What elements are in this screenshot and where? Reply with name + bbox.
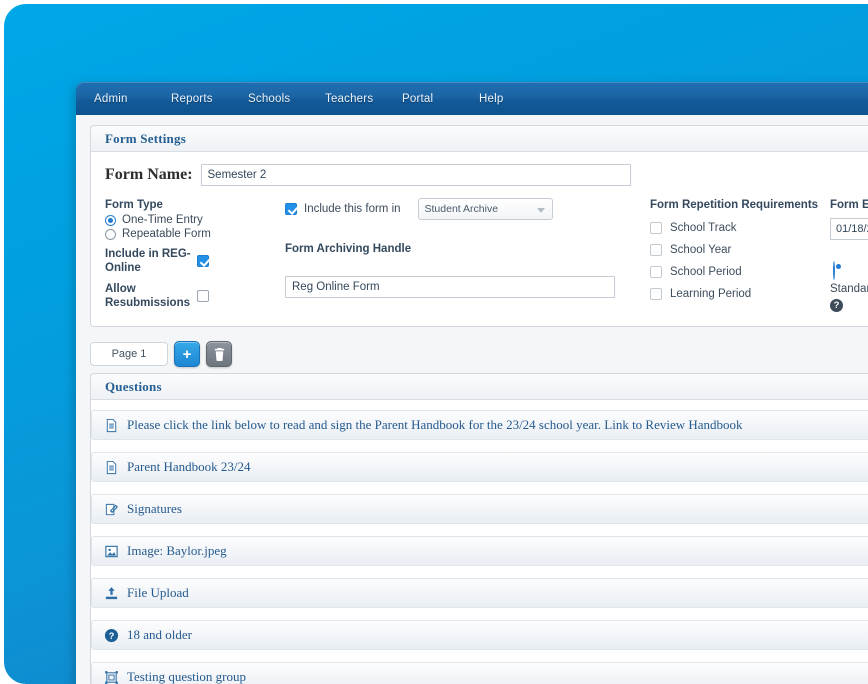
form-type-label: Form Type	[105, 199, 163, 211]
page-tab-strip: Page 1 +	[90, 341, 868, 367]
repetition-school-track-label: School Track	[670, 222, 737, 234]
form-name-input[interactable]: Semester 2	[200, 164, 631, 186]
page-tab-1[interactable]: Page 1	[90, 342, 168, 366]
repetition-school-year-checkbox[interactable]	[650, 244, 662, 256]
form-name-row: Form Name: Semester 2	[105, 164, 868, 186]
question-row-18-and-older[interactable]: ? 18 and older	[91, 620, 868, 650]
standard-label: Standard	[830, 283, 868, 295]
question-label: 18 and older	[127, 627, 192, 642]
repetition-learning-period-label: Learning Period	[670, 288, 752, 300]
repetition-learning-period-checkbox[interactable]	[650, 288, 662, 300]
radio-icon-standard	[833, 261, 835, 280]
form-settings-title: Form Settings	[105, 130, 186, 146]
repetition-school-period-checkbox[interactable]	[650, 266, 662, 278]
form-settings-body: Form Name: Semester 2 Form Type One-Time…	[91, 152, 868, 326]
repetition-school-year-label: School Year	[670, 244, 732, 256]
page-backdrop: Admin Reports Schools Teachers Portal He…	[4, 4, 868, 684]
archiving-handle-label: Form Archiving Handle	[285, 243, 412, 255]
allow-resubmissions-label: Allow Resubmissions	[105, 283, 190, 309]
form-name-label: Form Name:	[105, 166, 193, 183]
add-page-button[interactable]: +	[174, 341, 200, 367]
radio-label-one-time-entry: One-Time Entry	[122, 214, 203, 226]
question-row-testing-group[interactable]: Testing question group	[91, 662, 868, 684]
repetition-column: Form Repetition Requirements School Trac…	[650, 198, 830, 300]
nav-item-schools[interactable]: Schools	[248, 93, 325, 105]
questions-panel: Questions Please click the link below to…	[90, 373, 868, 684]
repetition-school-track-checkbox[interactable]	[650, 222, 662, 234]
questions-title: Questions	[105, 378, 162, 394]
include-this-form-checkbox[interactable]	[285, 203, 297, 215]
nav-item-admin[interactable]: Admin	[94, 93, 171, 105]
question-row-parent-handbook[interactable]: Parent Handbook 23/24	[91, 452, 868, 482]
expiration-label: Form Exp	[830, 199, 868, 211]
question-icon: ?	[104, 628, 119, 642]
include-reg-online-label: Include in REG-Online	[105, 248, 191, 274]
repetition-school-year[interactable]: School Year	[650, 244, 830, 256]
app-window: Admin Reports Schools Teachers Portal He…	[76, 82, 868, 684]
content-canvas: Form Settings Form Name: Semester 2 Form…	[76, 115, 868, 684]
help-icon[interactable]: ?	[830, 299, 843, 312]
document-icon	[106, 418, 117, 432]
radio-icon-repeatable-form	[105, 228, 116, 240]
repetition-title: Form Repetition Requirements	[650, 199, 819, 211]
include-this-form-row: Include this form in Student Archive	[285, 198, 650, 220]
expiration-date-input[interactable]: 01/18/2	[830, 218, 868, 240]
top-navigation-bar: Admin Reports Schools Teachers Portal He…	[76, 82, 868, 115]
question-label: Parent Handbook 23/24	[127, 459, 251, 474]
trash-icon	[214, 347, 224, 361]
radio-icon-one-time-entry	[105, 214, 116, 226]
repetition-school-period-label: School Period	[670, 266, 742, 278]
question-label: Please click the link below to read and …	[127, 417, 743, 432]
include-this-form-label: Include this form in	[304, 203, 401, 215]
delete-page-button[interactable]	[206, 341, 232, 367]
nav-item-portal[interactable]: Portal	[402, 93, 479, 105]
expiration-column: Form Exp 01/18/2 Standard ?	[830, 198, 868, 312]
document-icon	[106, 460, 117, 474]
image-icon	[105, 545, 118, 557]
question-row-signatures[interactable]: Signatures	[91, 494, 868, 524]
radio-one-time-entry[interactable]: One-Time Entry	[105, 214, 285, 226]
nav-item-help[interactable]: Help	[479, 93, 556, 105]
group-icon	[105, 670, 118, 684]
questions-list: Please click the link below to read and …	[91, 400, 868, 684]
question-row-handbook-link[interactable]: Please click the link below to read and …	[91, 410, 868, 440]
archive-select[interactable]: Student Archive	[417, 198, 553, 220]
question-label: Signatures	[127, 501, 182, 516]
settings-columns: Form Type One-Time Entry Repeatable Form	[105, 198, 868, 312]
svg-text:?: ?	[109, 631, 115, 641]
radio-label-repeatable-form: Repeatable Form	[122, 228, 211, 240]
questions-header: Questions	[91, 374, 868, 400]
nav-item-teachers[interactable]: Teachers	[325, 93, 402, 105]
form-type-column: Form Type One-Time Entry Repeatable Form	[105, 198, 285, 310]
archiving-handle-input[interactable]: Reg Online Form	[285, 276, 615, 298]
include-reg-online-checkbox[interactable]	[197, 255, 209, 267]
form-settings-panel: Form Settings Form Name: Semester 2 Form…	[90, 125, 868, 327]
form-settings-header: Form Settings	[91, 126, 868, 152]
include-reg-online-row[interactable]: Include in REG-Online	[105, 247, 285, 275]
upload-icon	[105, 586, 118, 599]
archive-select-value: Student Archive	[424, 203, 499, 215]
chevron-down-icon	[536, 208, 545, 213]
nav-item-reports[interactable]: Reports	[171, 93, 248, 105]
radio-repeatable-form[interactable]: Repeatable Form	[105, 228, 285, 240]
standard-option[interactable]: Standard ?	[830, 261, 868, 312]
archiving-column: Include this form in Student Archive For…	[285, 198, 650, 298]
question-row-file-upload[interactable]: File Upload	[91, 578, 868, 608]
repetition-school-period[interactable]: School Period	[650, 266, 830, 278]
allow-resubmissions-checkbox[interactable]	[197, 290, 209, 302]
allow-resubmissions-row[interactable]: Allow Resubmissions	[105, 282, 285, 310]
signature-icon	[105, 503, 119, 515]
question-row-image[interactable]: Image: Baylor.jpeg	[91, 536, 868, 566]
repetition-school-track[interactable]: School Track	[650, 222, 830, 234]
question-label: File Upload	[127, 585, 189, 600]
repetition-learning-period[interactable]: Learning Period	[650, 288, 830, 300]
question-label: Testing question group	[127, 669, 246, 684]
plus-icon: +	[182, 345, 192, 363]
question-label: Image: Baylor.jpeg	[127, 543, 227, 558]
